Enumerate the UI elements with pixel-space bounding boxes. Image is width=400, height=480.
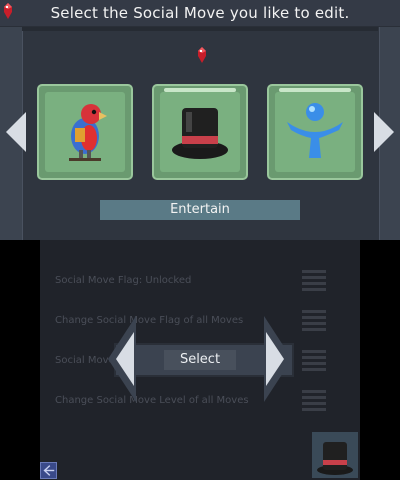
back-arrow-icon[interactable] <box>40 462 57 479</box>
menu-item-change-level-all[interactable]: Change Social Move Level of all Moves <box>55 395 249 406</box>
next-arrow-icon[interactable] <box>264 316 292 402</box>
top-hat-preview-icon <box>312 432 358 478</box>
card-sheen <box>279 88 351 92</box>
move-card-blue-figure[interactable] <box>267 84 363 180</box>
selected-move-label: Entertain <box>100 200 300 220</box>
scroll-right-arrow-icon[interactable] <box>374 112 394 152</box>
level-marks <box>302 350 326 374</box>
panel-stripe <box>22 27 378 31</box>
menu-item-level[interactable]: Social Move <box>55 355 115 366</box>
blue-figure-icon <box>287 103 343 158</box>
move-card-parrot[interactable] <box>37 84 133 180</box>
parrot-icon <box>69 104 107 161</box>
red-gem-icon <box>4 3 12 19</box>
scroll-left-arrow-icon[interactable] <box>6 112 26 152</box>
header-bar: Select the Social Move you like to edit. <box>0 0 400 27</box>
bottom-screen: Social Move Flag: Unlocked Change Social… <box>0 240 400 480</box>
top-hat-icon <box>172 108 228 159</box>
previous-arrow-icon[interactable] <box>108 316 136 402</box>
page-title: Select the Social Move you like to edit. <box>50 4 350 22</box>
top-screen: Select the Social Move you like to edit. <box>0 0 400 240</box>
menu-item-flag[interactable]: Social Move Flag: Unlocked <box>55 275 191 286</box>
selection-cursor-icon <box>198 47 206 63</box>
move-card-top-hat[interactable] <box>152 84 248 180</box>
level-marks <box>302 390 326 414</box>
select-button[interactable]: Select <box>164 350 236 370</box>
menu-item-change-flag-all[interactable]: Change Social Move Flag of all Moves <box>55 315 243 326</box>
level-marks <box>302 310 326 334</box>
level-marks <box>302 270 326 294</box>
card-sheen <box>164 88 236 92</box>
